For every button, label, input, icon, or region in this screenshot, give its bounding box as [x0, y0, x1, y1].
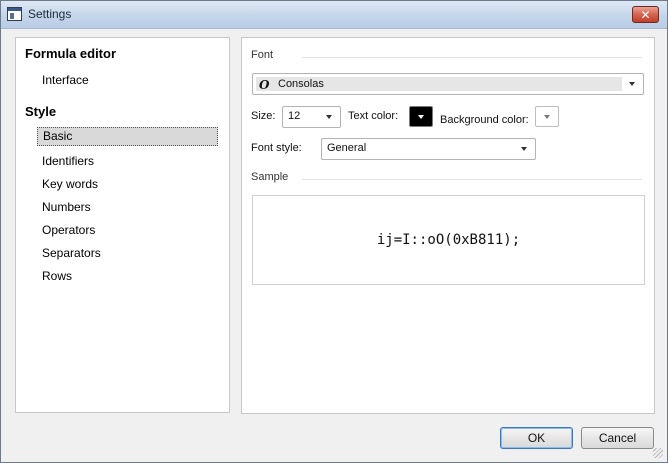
tree-item-interface[interactable]: Interface: [42, 73, 89, 87]
settings-dialog: Settings ✕ Formula editor Interface Styl…: [0, 0, 668, 463]
font-style-value: General: [327, 142, 367, 154]
text-color-button[interactable]: [409, 106, 433, 127]
tree-item-numbers[interactable]: Numbers: [42, 200, 91, 214]
font-section-divider: [302, 57, 642, 58]
background-color-button[interactable]: [535, 106, 559, 127]
chevron-down-icon: [418, 115, 424, 119]
font-family-combo[interactable]: O Consolas: [252, 73, 644, 95]
category-style[interactable]: Style: [25, 104, 56, 119]
tree-item-operators[interactable]: Operators: [42, 223, 95, 237]
sample-section-label: Sample: [251, 171, 289, 183]
tree-item-rows[interactable]: Rows: [42, 269, 72, 283]
font-style-label: Font style:: [251, 142, 302, 154]
chevron-down-icon: [629, 82, 635, 86]
font-size-value: 12: [288, 110, 301, 122]
sample-text: ij=I::oO(0xB811);: [376, 232, 521, 248]
close-icon: ✕: [640, 7, 651, 22]
tree-item-basic[interactable]: Basic: [37, 127, 218, 146]
font-style-combo[interactable]: General: [321, 138, 536, 160]
category-formula-editor[interactable]: Formula editor: [25, 46, 116, 61]
chevron-down-icon: [326, 115, 332, 119]
title-bar: Settings ✕: [1, 1, 667, 29]
chevron-down-icon: [544, 115, 550, 119]
close-button[interactable]: ✕: [632, 6, 659, 23]
sample-section-divider: [302, 179, 642, 180]
ok-button[interactable]: OK: [500, 427, 573, 449]
chevron-down-icon: [521, 147, 527, 151]
size-label: Size:: [251, 110, 276, 122]
tree-item-identifiers[interactable]: Identifiers: [42, 154, 94, 168]
background-color-label: Background color:: [440, 114, 529, 126]
tree-item-separators[interactable]: Separators: [42, 246, 101, 260]
font-family-value: Consolas: [278, 78, 324, 90]
settings-category-tree: Formula editor Interface Style Basic Ide…: [15, 37, 230, 413]
app-window-icon: [7, 7, 22, 21]
cancel-button[interactable]: Cancel: [581, 427, 654, 449]
opentype-font-icon: O: [259, 78, 270, 92]
resize-grip[interactable]: [653, 448, 663, 458]
text-color-label: Text color:: [348, 110, 399, 122]
tree-item-key-words[interactable]: Key words: [42, 177, 98, 191]
font-size-combo[interactable]: 12: [282, 106, 341, 128]
window-title: Settings: [28, 7, 72, 21]
style-settings-panel: Font O Consolas Size: 12 Text color: Bac…: [241, 37, 655, 414]
sample-preview: ij=I::oO(0xB811);: [252, 195, 645, 285]
font-section-label: Font: [251, 49, 274, 61]
